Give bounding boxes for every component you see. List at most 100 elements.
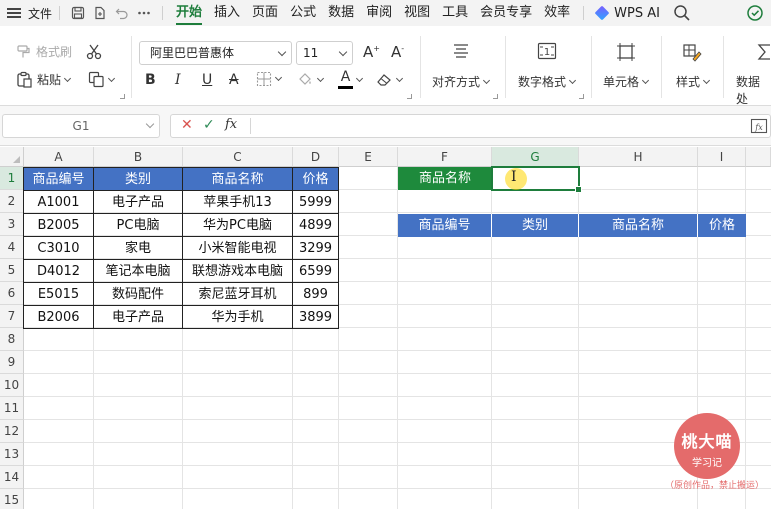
- table-cell[interactable]: 小米智能电视: [182, 236, 293, 260]
- tab-member[interactable]: 会员专享: [480, 0, 532, 26]
- table-cell[interactable]: 6599: [292, 259, 339, 283]
- table-cell[interactable]: B2006: [23, 305, 94, 329]
- table-header-cell[interactable]: 价格: [292, 167, 339, 191]
- fill-color-button[interactable]: [297, 71, 325, 88]
- style-button[interactable]: 样式: [676, 73, 711, 90]
- column-header-d[interactable]: D: [293, 147, 339, 167]
- table-cell[interactable]: 数码配件: [93, 282, 183, 306]
- font-size-select[interactable]: 11: [296, 41, 353, 65]
- table-cell[interactable]: 4899: [292, 213, 339, 237]
- column-header-e[interactable]: E: [339, 147, 398, 167]
- tab-data[interactable]: 数据: [328, 0, 354, 26]
- font-group-launcher-icon[interactable]: [407, 94, 412, 99]
- table-cell[interactable]: 电子产品: [93, 305, 183, 329]
- table-header-cell[interactable]: 类别: [93, 167, 183, 191]
- tab-page[interactable]: 页面: [252, 0, 278, 26]
- table-cell[interactable]: E5015: [23, 282, 94, 306]
- font-family-select[interactable]: 阿里巴巴普惠体: [139, 41, 292, 65]
- column-header-j[interactable]: [746, 147, 771, 167]
- table-cell[interactable]: 华为PC电脑: [182, 213, 293, 237]
- table-cell[interactable]: PC电脑: [93, 213, 183, 237]
- result-header-cell[interactable]: 商品编号: [398, 214, 492, 237]
- column-header-a[interactable]: A: [24, 147, 94, 167]
- table-cell[interactable]: 家电: [93, 236, 183, 260]
- table-header-cell[interactable]: 商品编号: [23, 167, 94, 191]
- table-cell[interactable]: 电子产品: [93, 190, 183, 214]
- table-cell[interactable]: D4012: [23, 259, 94, 283]
- row-header-2[interactable]: 2: [0, 190, 24, 213]
- cancel-icon[interactable]: ✕: [181, 117, 193, 133]
- column-header-g[interactable]: G: [492, 147, 579, 167]
- number-format-icon[interactable]: 1: [537, 42, 557, 60]
- row-header-14[interactable]: 14: [0, 466, 24, 489]
- tab-insert[interactable]: 插入: [214, 0, 240, 26]
- clipboard-group-launcher-icon[interactable]: [120, 94, 125, 99]
- column-header-h[interactable]: H: [579, 147, 698, 167]
- result-header-cell[interactable]: 商品名称: [579, 214, 698, 237]
- tab-view[interactable]: 视图: [404, 0, 430, 26]
- table-cell[interactable]: 899: [292, 282, 339, 306]
- row-header-6[interactable]: 6: [0, 282, 24, 305]
- lookup-label-cell[interactable]: 商品名称: [398, 167, 492, 190]
- cell-icon[interactable]: [616, 42, 636, 62]
- table-cell[interactable]: A1001: [23, 190, 94, 214]
- number-format-button[interactable]: 数字格式: [518, 73, 577, 90]
- style-icon[interactable]: [682, 42, 702, 62]
- menu-icon[interactable]: [7, 8, 21, 18]
- table-cell[interactable]: 索尼蓝牙耳机: [182, 282, 293, 306]
- table-cell[interactable]: 苹果手机13: [182, 190, 293, 214]
- bold-button[interactable]: B: [145, 72, 156, 88]
- expand-formula-icon[interactable]: fx: [750, 117, 768, 138]
- column-header-c[interactable]: C: [183, 147, 293, 167]
- wps-ai-button[interactable]: WPS AI: [594, 6, 660, 21]
- cloud-sync-icon[interactable]: [745, 3, 765, 23]
- font-color-button[interactable]: A: [338, 70, 364, 89]
- confirm-icon[interactable]: ✓: [203, 117, 215, 133]
- row-header-10[interactable]: 10: [0, 374, 24, 397]
- cell-button[interactable]: 单元格: [603, 73, 650, 90]
- row-header-12[interactable]: 12: [0, 420, 24, 443]
- paste-button[interactable]: 粘贴: [16, 71, 72, 88]
- row-header-15[interactable]: 15: [0, 489, 24, 509]
- table-cell[interactable]: 3299: [292, 236, 339, 260]
- tab-tools[interactable]: 工具: [442, 0, 468, 26]
- copy-button[interactable]: [88, 71, 116, 88]
- table-cell[interactable]: 5999: [292, 190, 339, 214]
- save-icon[interactable]: [67, 2, 89, 24]
- select-all-corner[interactable]: [0, 147, 24, 167]
- table-cell[interactable]: 华为手机: [182, 305, 293, 329]
- row-header-4[interactable]: 4: [0, 236, 24, 259]
- row-header-3[interactable]: 3: [0, 213, 24, 236]
- alignment-group-launcher-icon[interactable]: [493, 94, 498, 99]
- row-header-13[interactable]: 13: [0, 443, 24, 466]
- table-cell[interactable]: 联想游戏本电脑: [182, 259, 293, 283]
- result-header-cell[interactable]: 类别: [492, 214, 579, 237]
- strikethrough-button[interactable]: A: [229, 72, 239, 88]
- sum-icon[interactable]: [757, 42, 771, 62]
- decrease-font-size-button[interactable]: A-: [391, 43, 404, 61]
- result-header-cell[interactable]: 价格: [698, 214, 746, 237]
- italic-button[interactable]: I: [175, 72, 181, 88]
- alignment-button[interactable]: 对齐方式: [432, 73, 491, 90]
- formula-input-area[interactable]: ✕ ✓ fx fx: [170, 114, 771, 138]
- table-cell[interactable]: B2005: [23, 213, 94, 237]
- column-header-b[interactable]: B: [94, 147, 183, 167]
- table-cell[interactable]: 笔记本电脑: [93, 259, 183, 283]
- name-box[interactable]: G1: [2, 114, 160, 138]
- row-header-8[interactable]: 8: [0, 328, 24, 351]
- tab-formula[interactable]: 公式: [290, 0, 316, 26]
- cut-icon[interactable]: [85, 43, 103, 61]
- tab-efficiency[interactable]: 效率: [544, 0, 570, 26]
- number-group-launcher-icon[interactable]: [579, 94, 584, 99]
- row-header-7[interactable]: 7: [0, 305, 24, 328]
- table-cell[interactable]: 3899: [292, 305, 339, 329]
- format-painter-button[interactable]: 格式刷: [16, 43, 72, 60]
- column-header-f[interactable]: F: [398, 147, 492, 167]
- data-processing-button[interactable]: 数据处: [736, 73, 771, 107]
- undo-icon[interactable]: [111, 2, 133, 24]
- search-icon[interactable]: [672, 3, 692, 23]
- row-header-11[interactable]: 11: [0, 397, 24, 420]
- row-header-5[interactable]: 5: [0, 259, 24, 282]
- row-header-1[interactable]: 1: [0, 167, 24, 190]
- tab-review[interactable]: 审阅: [366, 0, 392, 26]
